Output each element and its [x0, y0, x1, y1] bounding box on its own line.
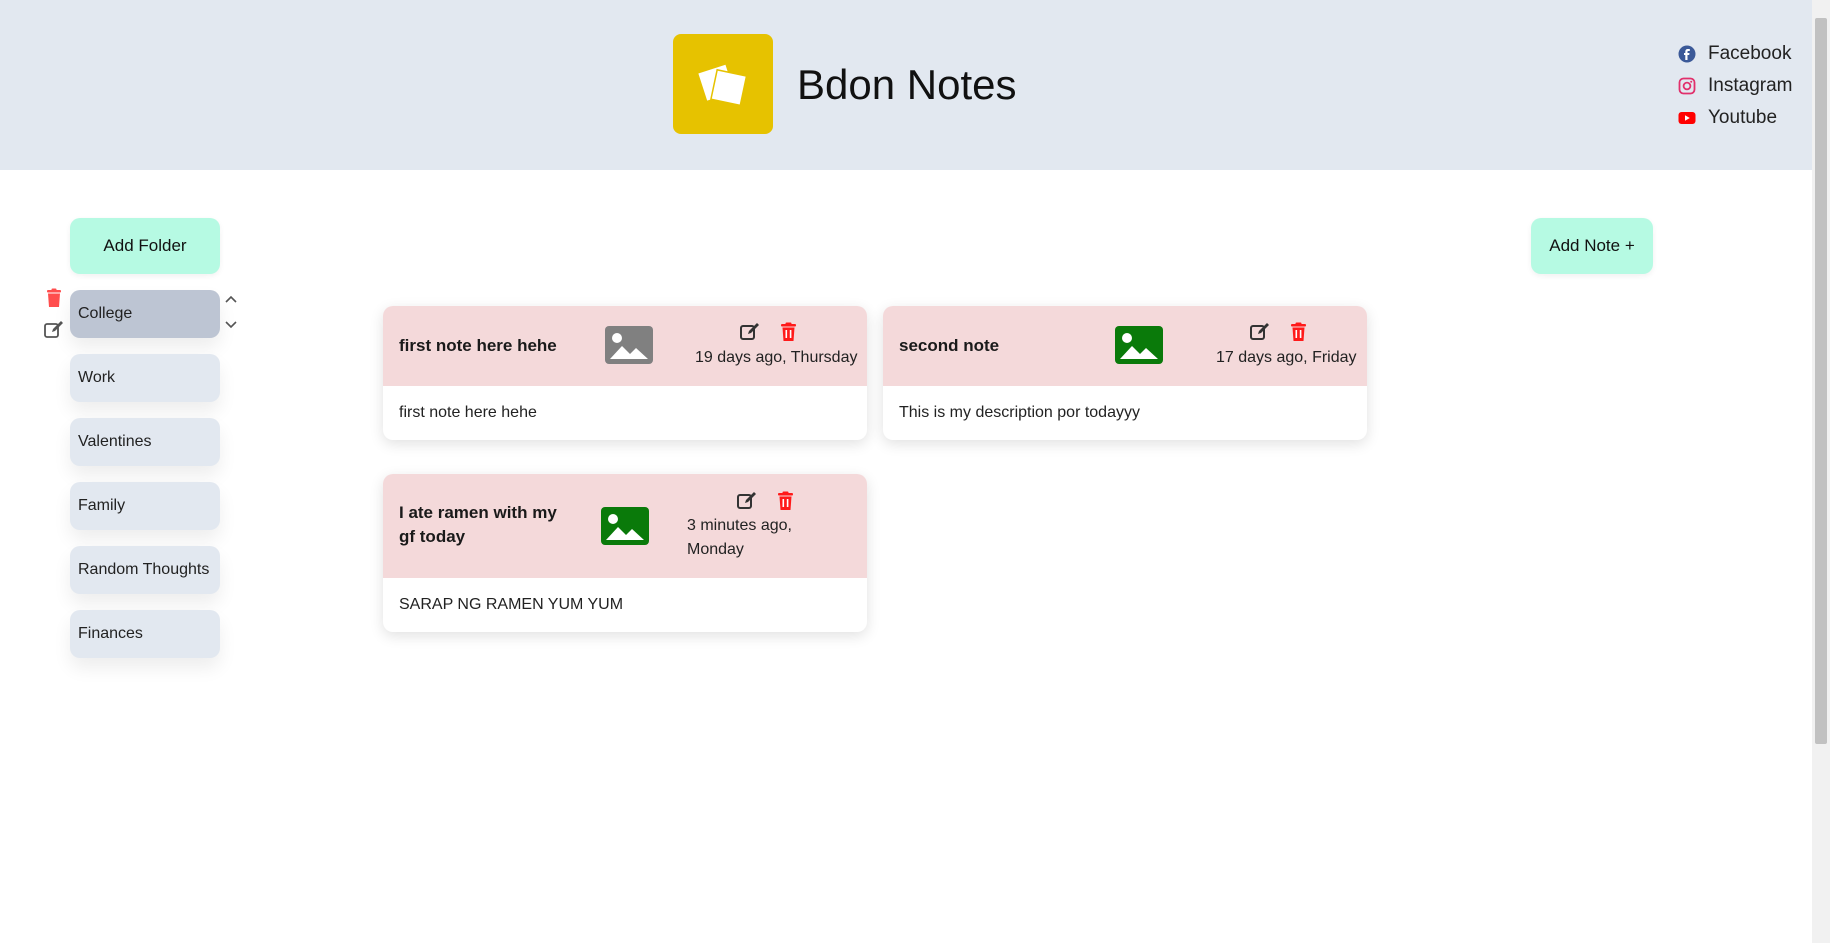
- youtube-link[interactable]: Youtube: [1678, 102, 1810, 134]
- edit-folder-icon[interactable]: [44, 321, 64, 339]
- image-icon[interactable]: [1115, 326, 1163, 364]
- note-card[interactable]: second note 17 days ago, Friday This is …: [883, 306, 1367, 440]
- add-folder-button[interactable]: Add Folder: [70, 218, 220, 274]
- folder-item-valentines[interactable]: Valentines: [70, 418, 220, 466]
- facebook-label: Facebook: [1708, 43, 1792, 64]
- note-date: 19 days ago, Thursday: [695, 349, 858, 366]
- note-card-header: first note here hehe 19 days ago, Thursd…: [383, 306, 867, 386]
- note-body: first note here hehe: [399, 404, 537, 421]
- edit-note-icon[interactable]: [740, 322, 760, 342]
- note-title: first note here hehe: [399, 336, 557, 355]
- instagram-label: Instagram: [1708, 75, 1793, 96]
- folder-item-work[interactable]: Work: [70, 354, 220, 402]
- note-card[interactable]: I ate ramen with my gf today 3 minutes a…: [383, 474, 867, 632]
- image-icon[interactable]: [605, 326, 653, 364]
- note-actions: [1250, 322, 1307, 342]
- folder-item-family[interactable]: Family: [70, 482, 220, 530]
- edit-note-icon[interactable]: [1250, 322, 1270, 342]
- note-body: SARAP NG RAMEN YUM YUM: [399, 596, 624, 613]
- note-date: 17 days ago, Friday: [1216, 349, 1357, 366]
- app-title: Bdon Notes: [797, 61, 1017, 108]
- image-icon[interactable]: [601, 507, 649, 545]
- social-links: Facebook Instagram Youtube: [1678, 38, 1810, 134]
- youtube-label: Youtube: [1708, 107, 1778, 128]
- folder-item-finances[interactable]: Finances: [70, 610, 220, 658]
- delete-folder-icon[interactable]: [45, 288, 63, 308]
- delete-note-icon[interactable]: [780, 322, 797, 342]
- youtube-icon: [1678, 109, 1696, 127]
- delete-note-icon[interactable]: [1290, 322, 1307, 342]
- note-body: This is my description por todayyy: [899, 404, 1140, 421]
- note-title: I ate ramen with my gf today: [399, 503, 557, 546]
- note-actions: [740, 322, 797, 342]
- instagram-icon: [1678, 77, 1696, 95]
- app-header: Bdon Notes Facebook Instagram Youtube: [0, 0, 1812, 170]
- add-note-button[interactable]: Add Note +: [1531, 218, 1653, 274]
- facebook-link[interactable]: Facebook: [1678, 38, 1810, 70]
- note-card-header: second note 17 days ago, Friday: [883, 306, 1367, 386]
- folder-list: College Work Valentines Family Random Th…: [70, 290, 220, 674]
- note-card-header: I ate ramen with my gf today 3 minutes a…: [383, 474, 867, 578]
- chevron-up-icon[interactable]: [224, 294, 238, 304]
- note-card[interactable]: first note here hehe 19 days ago, Thursd…: [383, 306, 867, 440]
- scrollbar-thumb[interactable]: [1815, 18, 1827, 744]
- note-date: 3 minutes ago, Monday: [687, 517, 792, 558]
- instagram-link[interactable]: Instagram: [1678, 70, 1810, 102]
- chevron-down-icon[interactable]: [224, 320, 238, 330]
- folder-item-college[interactable]: College: [70, 290, 220, 338]
- app-logo: [673, 34, 773, 134]
- notes-logo-icon: [696, 62, 748, 107]
- facebook-icon: [1678, 45, 1696, 63]
- edit-note-icon[interactable]: [737, 491, 757, 511]
- page-scrollbar[interactable]: [1812, 0, 1830, 943]
- note-actions: [737, 491, 794, 511]
- folder-item-random-thoughts[interactable]: Random Thoughts: [70, 546, 220, 594]
- note-title: second note: [899, 336, 1000, 355]
- delete-note-icon[interactable]: [777, 491, 794, 511]
